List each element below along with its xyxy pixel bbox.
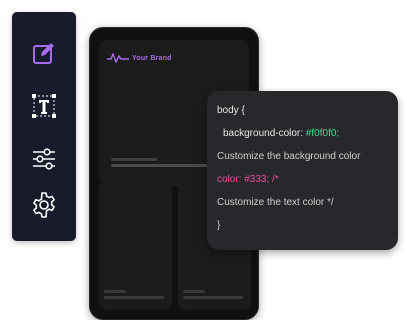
settings-tool-button[interactable] [27, 188, 61, 222]
placeholder-line [111, 158, 157, 161]
edit-icon [33, 43, 54, 64]
code-line: } [217, 220, 221, 231]
content-card [99, 181, 172, 310]
css-value: #f0f0f0; [305, 128, 340, 139]
code-comment: Customize the background color [217, 151, 361, 162]
gear-icon [33, 192, 55, 218]
placeholder-line [183, 296, 243, 299]
code-comment: Customize the text color */ [217, 197, 334, 208]
code-line: background-color: #f0f0f0; [223, 128, 339, 140]
editor-toolbar [12, 12, 76, 241]
text-icon [32, 94, 56, 118]
edit-tool-button[interactable] [27, 36, 61, 70]
pulse-logo-icon [107, 53, 129, 63]
placeholder-line [104, 290, 126, 293]
css-property: background-color: [223, 128, 306, 139]
css-code-panel: body { background-color: #f0f0f0; Custom… [207, 91, 398, 250]
text-tool-button[interactable] [27, 89, 61, 123]
sliders-icon [33, 148, 55, 170]
placeholder-line [183, 290, 205, 293]
code-line: color: #333; /* [217, 174, 279, 185]
code-line: body { [217, 105, 245, 116]
adjust-tool-button[interactable] [27, 142, 61, 176]
brand-name: Your Brand [132, 54, 172, 62]
placeholder-line [104, 296, 164, 299]
brand-logo: Your Brand [107, 53, 172, 63]
